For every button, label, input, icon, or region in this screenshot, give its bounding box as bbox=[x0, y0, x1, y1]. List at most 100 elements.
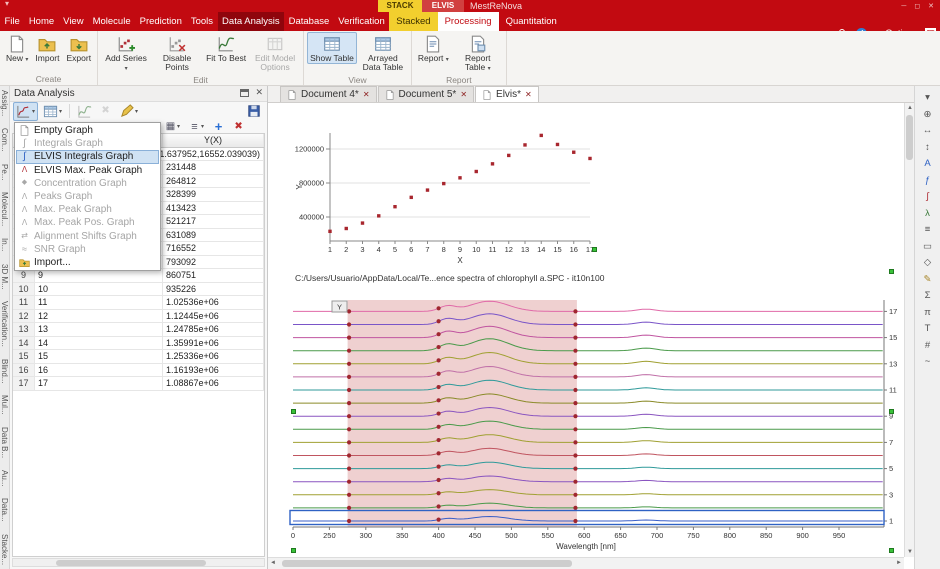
menu-item-integrals-graph[interactable]: ∫Integrals Graph bbox=[16, 137, 159, 150]
save-table-button[interactable] bbox=[244, 102, 264, 120]
fit-to-best-button[interactable]: Fit To Best bbox=[203, 32, 249, 64]
pan-vertical-tool-icon[interactable]: ↕ bbox=[919, 141, 937, 154]
wave-tool-icon[interactable]: ~ bbox=[919, 355, 937, 368]
scrollbar-thumb[interactable] bbox=[906, 115, 913, 160]
sum-tool-icon[interactable]: Σ bbox=[919, 289, 937, 302]
fit-graph-button[interactable] bbox=[74, 102, 95, 121]
dock-horizontal-scrollbar[interactable] bbox=[12, 558, 265, 567]
dock-tab-stacke[interactable]: Stacke... bbox=[0, 534, 9, 565]
disable-points-button[interactable]: Disable Points bbox=[152, 32, 202, 74]
doc-tab-document-5[interactable]: Document 5*✕ bbox=[378, 86, 475, 102]
edit-model-options-button[interactable]: Edit Model Options bbox=[250, 32, 300, 74]
cell-y[interactable]: 716552 bbox=[163, 242, 264, 255]
minimize-icon[interactable]: ─ bbox=[901, 3, 906, 10]
close-window-icon[interactable]: ✕ bbox=[928, 2, 934, 10]
menu-tab-data-analysis[interactable]: Data Analysis bbox=[218, 12, 285, 31]
cell-y[interactable]: 231448 bbox=[163, 161, 264, 174]
cell-y[interactable]: 264812 bbox=[163, 175, 264, 188]
import-button[interactable]: Import bbox=[32, 32, 62, 64]
cell-y[interactable]: 521217 bbox=[163, 215, 264, 228]
scroll-left-icon[interactable]: ◄ bbox=[268, 558, 278, 569]
grid-tool-icon[interactable]: # bbox=[919, 339, 937, 352]
dock-tab-mul[interactable]: Mul... bbox=[0, 395, 9, 415]
dock-tab-com[interactable]: Com... bbox=[0, 128, 9, 152]
menu-item-alignment-shifts-graph[interactable]: ⇄Alignment Shifts Graph bbox=[16, 230, 159, 243]
arrayed-data-table-button[interactable]: Arrayed Data Table bbox=[358, 32, 408, 74]
table-row[interactable]: 12121.12445e+06 bbox=[13, 310, 264, 324]
title-tool-icon[interactable]: T bbox=[919, 322, 937, 335]
cell-x[interactable]: 15 bbox=[35, 350, 163, 363]
dock-tab-blind[interactable]: Blind... bbox=[0, 359, 9, 383]
text-tool-icon[interactable]: A bbox=[919, 157, 937, 170]
cell-x[interactable]: 16 bbox=[35, 364, 163, 377]
menu-item-max-peak-graph[interactable]: ΛMax. Peak Graph bbox=[16, 203, 159, 216]
cell-y[interactable]: 1.12445e+06 bbox=[163, 310, 264, 323]
table-row[interactable]: 14141.35991e+06 bbox=[13, 337, 264, 351]
cell-y[interactable]: 1.35991e+06 bbox=[163, 337, 264, 350]
vertical-scrollbar[interactable]: ▲ ▼ bbox=[904, 103, 914, 557]
zoom-tool-icon[interactable]: ⊕ bbox=[919, 108, 937, 121]
cell-y[interactable]: 860751 bbox=[163, 269, 264, 282]
stacked-spectra-chart[interactable]: 0250300350400450500550600650700750800850… bbox=[286, 292, 900, 554]
function-tool-icon[interactable]: ƒ bbox=[919, 174, 937, 187]
pencil-tool-icon[interactable]: ✎ bbox=[919, 273, 937, 286]
cell-y[interactable]: 1.08867e+06 bbox=[163, 377, 264, 390]
menu-tab-molecule[interactable]: Molecule bbox=[88, 12, 135, 31]
new-graph-button[interactable]: ▾ bbox=[13, 102, 38, 121]
close-icon[interactable]: ✕ bbox=[363, 91, 370, 99]
delete-graph-button[interactable]: ✖ bbox=[97, 103, 114, 119]
list-tool-icon[interactable]: ≡ bbox=[919, 223, 937, 236]
dock-tab-in[interactable]: In... bbox=[0, 238, 9, 251]
diamond-tool-icon[interactable]: ◇ bbox=[919, 256, 937, 269]
table-row[interactable]: 13131.24785e+06 bbox=[13, 323, 264, 337]
cell-x[interactable]: 14 bbox=[35, 337, 163, 350]
menu-tab-verification[interactable]: Verification bbox=[334, 12, 389, 31]
table-row[interactable]: 16161.16193e+06 bbox=[13, 364, 264, 378]
table-row[interactable]: 15151.25336e+06 bbox=[13, 350, 264, 364]
close-icon[interactable]: ✕ bbox=[460, 91, 467, 99]
table-row[interactable]: 11111.02536e+06 bbox=[13, 296, 264, 310]
selection-handle[interactable] bbox=[291, 409, 296, 414]
menu-item-concentration-graph[interactable]: ◆Concentration Graph bbox=[16, 177, 159, 190]
integrals-scatter-chart[interactable]: 4000008000001200000123456789101112131415… bbox=[288, 125, 608, 273]
dock-tab-verification[interactable]: Verification... bbox=[0, 301, 9, 347]
export-button[interactable]: Export bbox=[64, 32, 95, 64]
lambda-tool-icon[interactable]: λ bbox=[919, 207, 937, 220]
report-table-button[interactable]: Report Table ▾ bbox=[453, 32, 503, 74]
appearance-button[interactable]: ▾ bbox=[116, 102, 141, 121]
show-table-button[interactable]: ▾ bbox=[40, 102, 65, 121]
table-row[interactable]: 1010935226 bbox=[13, 283, 264, 297]
menu-item-elvis-integrals-graph[interactable]: ∫ELVIS Integrals Graph bbox=[16, 150, 159, 163]
cell-x[interactable]: 17 bbox=[35, 377, 163, 390]
menu-item-import[interactable]: Import... bbox=[16, 256, 159, 269]
selection-handle[interactable] bbox=[592, 247, 597, 252]
close-panel-icon[interactable]: ✕ bbox=[255, 88, 263, 97]
selection-handle[interactable] bbox=[889, 548, 894, 553]
menu-item-empty-graph[interactable]: Empty Graph bbox=[16, 124, 159, 137]
dock-tab-pe[interactable]: Pe... bbox=[0, 164, 9, 180]
pi-tool-icon[interactable]: π bbox=[919, 306, 937, 319]
cell-y[interactable]: 413423 bbox=[163, 202, 264, 215]
pan-horizontal-tool-icon[interactable]: ↔ bbox=[919, 124, 937, 137]
integral-tool-icon[interactable]: ∫ bbox=[919, 190, 937, 203]
doc-tab-document-4[interactable]: Document 4*✕ bbox=[280, 86, 377, 102]
selection-handle[interactable] bbox=[889, 269, 894, 274]
dock-tab-3d-m[interactable]: 3D M... bbox=[0, 264, 9, 290]
rect-select-tool-icon[interactable]: ▭ bbox=[919, 240, 937, 253]
cell-y[interactable]: 1.02536e+06 bbox=[163, 296, 264, 309]
close-icon[interactable]: ✕ bbox=[525, 91, 532, 99]
menu-tab-prediction[interactable]: Prediction bbox=[135, 12, 186, 31]
dock-tab-data-b[interactable]: Data B... bbox=[0, 427, 9, 458]
table-row[interactable]: 17171.08867e+06 bbox=[13, 377, 264, 391]
cell-y[interactable]: 631089 bbox=[163, 229, 264, 242]
report-button[interactable]: Report ▾ bbox=[415, 32, 452, 65]
chevron-down-icon[interactable]: ▾ bbox=[5, 0, 9, 8]
dock-tab-assig[interactable]: Assig... bbox=[0, 90, 9, 116]
selection-handle[interactable] bbox=[889, 409, 894, 414]
maximize-icon[interactable]: ◻ bbox=[914, 2, 920, 10]
scroll-right-icon[interactable]: ► bbox=[894, 558, 904, 569]
dock-tab-au[interactable]: Au... bbox=[0, 470, 9, 486]
tab-stacked[interactable]: Stacked bbox=[389, 12, 437, 31]
horizontal-scrollbar[interactable]: ◄ ► bbox=[268, 557, 904, 569]
cell-y[interactable]: 793092 bbox=[163, 256, 264, 269]
